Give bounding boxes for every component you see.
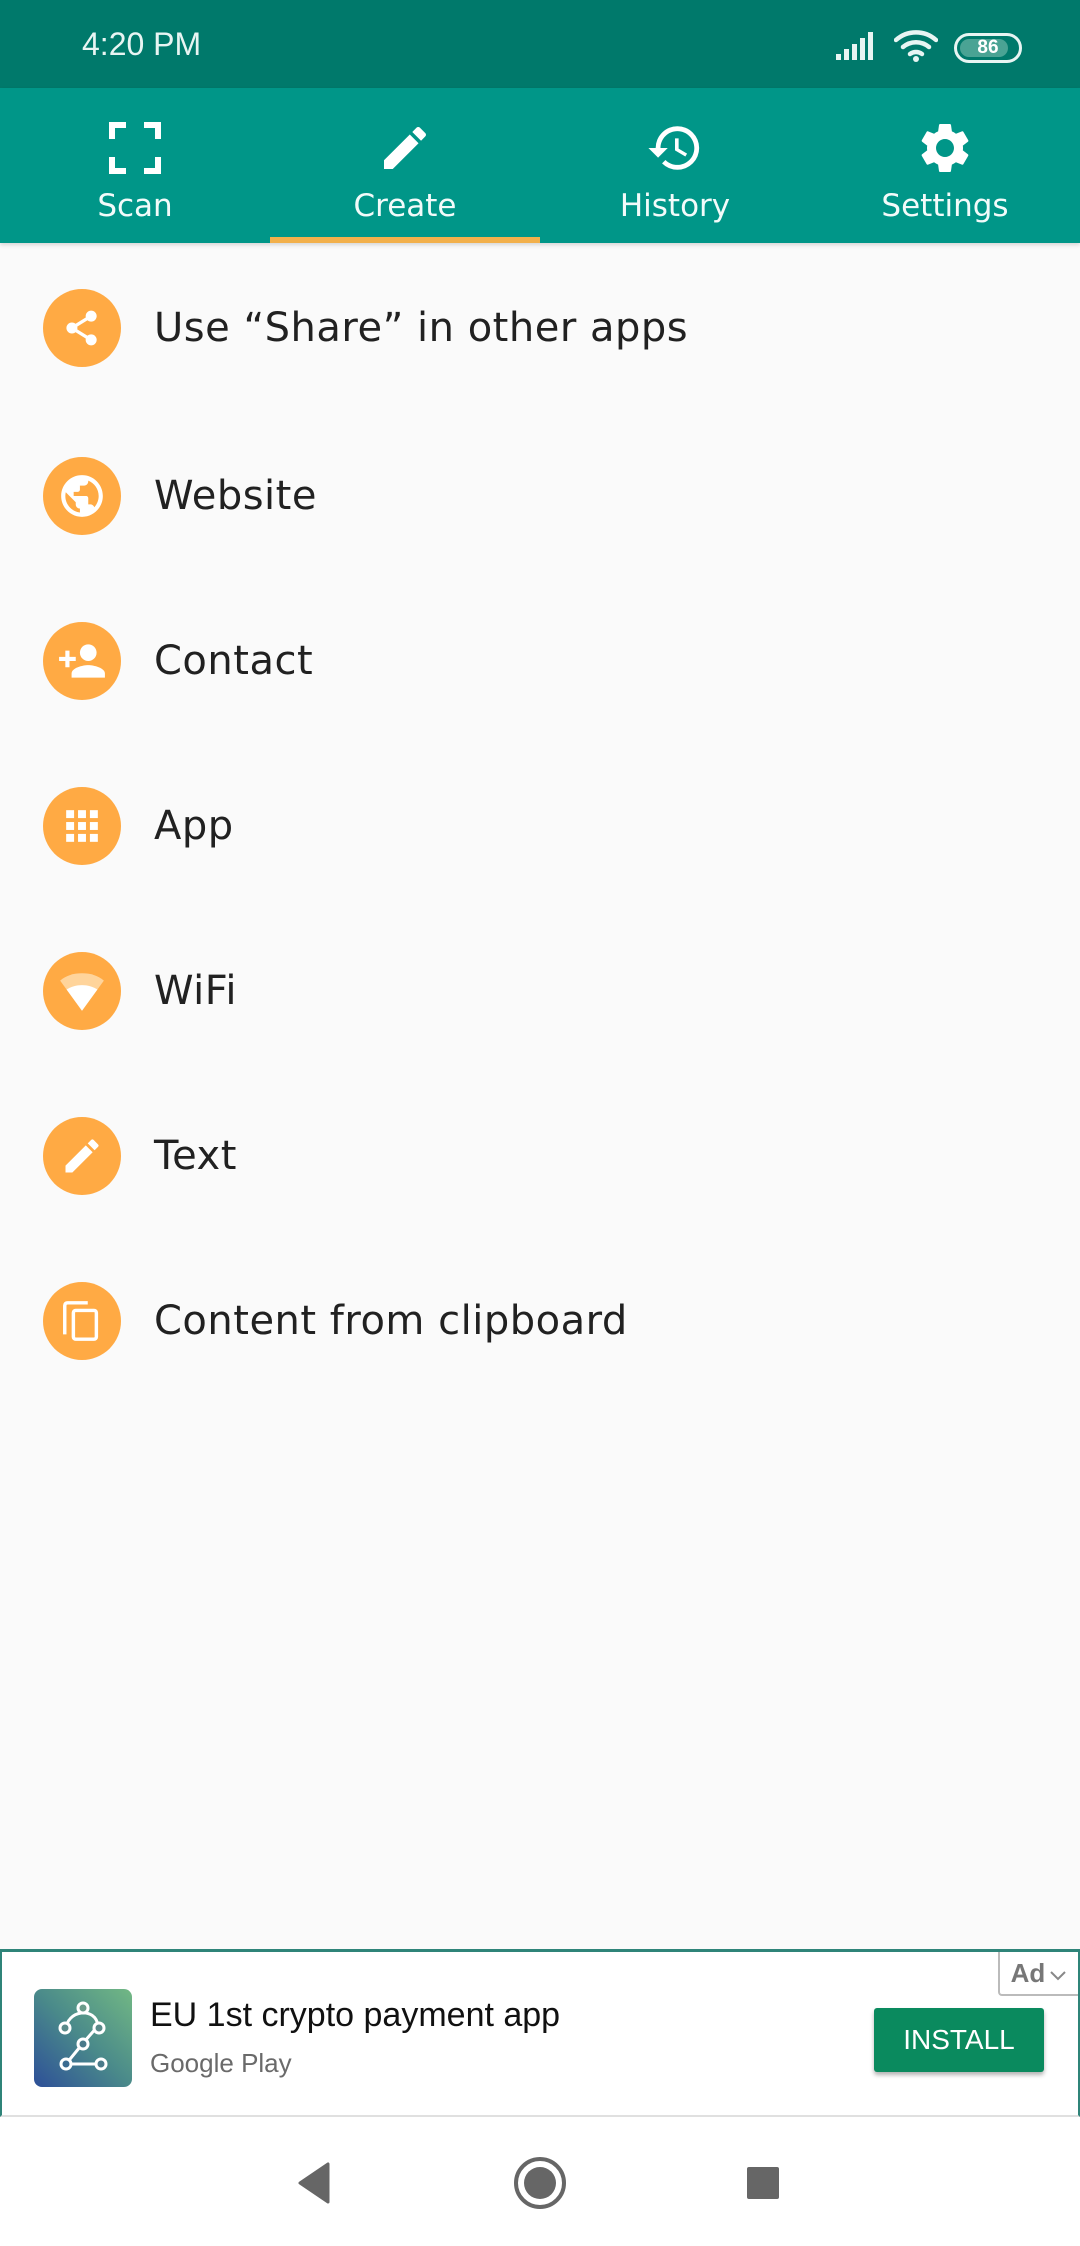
- ad-subtitle: Google Play: [150, 2048, 292, 2078]
- back-triangle-icon: [298, 2162, 330, 2204]
- ad-app-icon: [34, 1989, 132, 2087]
- status-time: 4:20 PM: [82, 26, 202, 62]
- ad-badge-label: Ad: [1010, 1957, 1046, 1988]
- status-bar: 4:20 PM 86: [0, 0, 1080, 88]
- option-label: Contact: [154, 637, 314, 684]
- option-share[interactable]: Use “Share” in other apps: [0, 243, 1080, 413]
- recents-button[interactable]: [733, 2153, 793, 2213]
- option-text[interactable]: Text: [0, 1073, 1080, 1238]
- clipboard-copy-icon: [43, 1281, 121, 1360]
- globe-icon: [43, 456, 121, 535]
- home-circle-icon: [514, 2157, 566, 2209]
- option-label: WiFi: [154, 967, 237, 1014]
- pencil-icon: [43, 1116, 121, 1195]
- signal-icon: [836, 32, 878, 64]
- gear-icon: [915, 118, 975, 178]
- install-button[interactable]: INSTALL: [874, 2008, 1044, 2072]
- option-label: Website: [154, 472, 317, 519]
- back-button[interactable]: [284, 2153, 344, 2213]
- wifi-icon: [893, 30, 939, 66]
- home-button[interactable]: [510, 2153, 570, 2213]
- history-icon: [645, 118, 705, 178]
- navigation-bar: [0, 2117, 1080, 2246]
- option-contact[interactable]: Contact: [0, 578, 1080, 743]
- option-label: Text: [154, 1132, 237, 1179]
- tab-label: Settings: [881, 188, 1009, 224]
- option-website[interactable]: Website: [0, 413, 1080, 578]
- recents-square-icon: [747, 2167, 779, 2199]
- ad-choices-badge[interactable]: Ad: [998, 1952, 1078, 1996]
- ad-title[interactable]: EU 1st crypto payment app: [150, 1996, 560, 2035]
- create-options-list: Use “Share” in other apps Website Contac…: [0, 243, 1080, 1403]
- pencil-icon: [375, 118, 435, 178]
- option-label: Content from clipboard: [154, 1297, 628, 1344]
- option-app[interactable]: App: [0, 743, 1080, 908]
- tab-scan[interactable]: Scan: [0, 88, 270, 243]
- tab-label: Create: [353, 188, 457, 224]
- ad-banner[interactable]: EU 1st crypto payment app Google Play IN…: [0, 1949, 1080, 2117]
- add-contact-icon: [43, 621, 121, 700]
- option-label: Use “Share” in other apps: [154, 305, 689, 351]
- tab-label: Scan: [97, 188, 173, 224]
- tab-create[interactable]: Create: [270, 88, 540, 243]
- wifi-icon: [43, 951, 121, 1030]
- tab-settings[interactable]: Settings: [810, 88, 1080, 243]
- option-clipboard[interactable]: Content from clipboard: [0, 1238, 1080, 1403]
- tab-history[interactable]: History: [540, 88, 810, 243]
- app-grid-icon: [43, 786, 121, 865]
- tab-bar: Scan Create History Settings: [0, 88, 1080, 243]
- share-icon: [43, 289, 121, 367]
- option-wifi[interactable]: WiFi: [0, 908, 1080, 1073]
- status-icons: 86: [836, 30, 1022, 66]
- battery-level: 86: [977, 37, 999, 58]
- chevron-down-icon: [1049, 1958, 1067, 1989]
- option-label: App: [154, 802, 234, 849]
- scan-frame-icon: [105, 118, 165, 178]
- tab-label: History: [619, 188, 731, 224]
- battery-icon: 86: [954, 33, 1022, 63]
